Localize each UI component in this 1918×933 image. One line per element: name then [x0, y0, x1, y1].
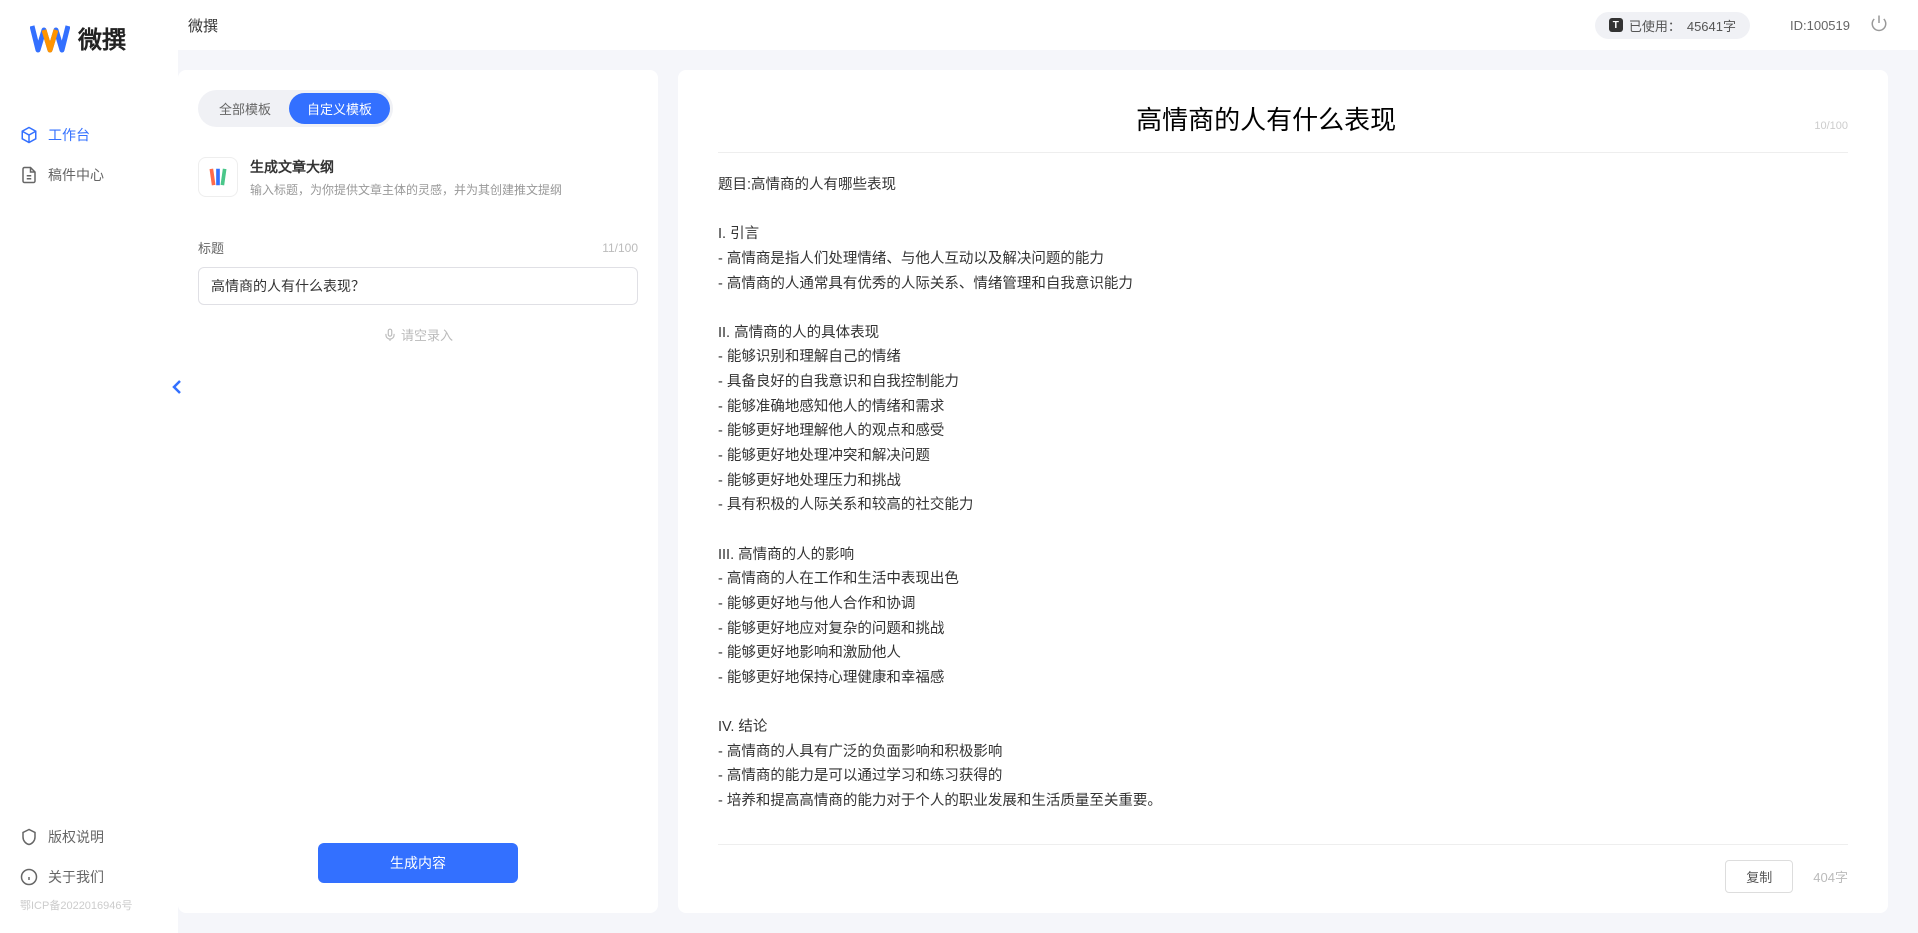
content: 全部模板 自定义模板 生成文章大纲 输入标题，为你提供文章主体的灵感，并为其创建…: [178, 50, 1918, 933]
footer-copyright[interactable]: 版权说明: [0, 817, 178, 857]
template-icon: [198, 157, 238, 197]
output-header: 高情商的人有什么表现 10/100: [718, 100, 1848, 153]
template-info: 生成文章大纲 输入标题，为你提供文章主体的灵感，并为其创建推文提纲: [250, 157, 638, 198]
tab-custom-templates[interactable]: 自定义模板: [289, 93, 390, 124]
tab-all-templates[interactable]: 全部模板: [201, 93, 289, 124]
nav-label: 工作台: [48, 125, 90, 145]
books-icon: [207, 166, 229, 188]
sidebar: 微撰 工作台 稿件中心 版权说明 关于我们 鄂ICP备2022016946号: [0, 0, 178, 933]
mic-icon: [383, 328, 397, 342]
output-title-count: 10/100: [1814, 120, 1848, 132]
template-desc: 输入标题，为你提供文章主体的灵感，并为其创建推文提纲: [250, 181, 638, 198]
sidebar-footer: 版权说明 关于我们 鄂ICP备2022016946号: [0, 817, 178, 933]
char-count: 11/100: [602, 241, 638, 255]
usage-label: 已使用：: [1629, 16, 1681, 35]
user-id: ID:100519: [1790, 18, 1850, 33]
footer-about[interactable]: 关于我们: [0, 857, 178, 897]
document-icon: [20, 166, 38, 184]
template-tabs: 全部模板 自定义模板: [198, 90, 393, 127]
power-icon: [1870, 14, 1888, 32]
nav-drafts[interactable]: 稿件中心: [0, 155, 178, 195]
output-title: 高情商的人有什么表现: [718, 100, 1814, 137]
topbar-title: 微撰: [188, 15, 218, 36]
copy-button[interactable]: 复制: [1725, 860, 1793, 893]
footer-label: 版权说明: [48, 827, 104, 847]
nav-workbench[interactable]: 工作台: [0, 115, 178, 155]
template-title: 生成文章大纲: [250, 157, 638, 177]
form-section: 标题 11/100 请空录入: [198, 238, 638, 344]
logo-text: 微撰: [78, 20, 126, 55]
output-body[interactable]: 题目:高情商的人有哪些表现 I. 引言 - 高情商是指人们处理情绪、与他人互动以…: [718, 153, 1848, 844]
footer-label: 关于我们: [48, 867, 104, 887]
generate-button[interactable]: 生成内容: [318, 843, 518, 883]
logo-icon: [30, 22, 70, 54]
icp-text: 鄂ICP备2022016946号: [0, 897, 178, 923]
chevron-left-icon: [172, 379, 184, 395]
main: 微撰 T 已使用： 45641字 ID:100519 全部模板 自定义模板: [178, 0, 1918, 933]
shield-icon: [20, 828, 38, 846]
topbar: 微撰 T 已使用： 45641字 ID:100519: [178, 0, 1918, 50]
power-button[interactable]: [1870, 14, 1888, 37]
info-icon: [20, 868, 38, 886]
title-input[interactable]: [198, 267, 638, 305]
usage-badge[interactable]: T 已使用： 45641字: [1595, 12, 1750, 39]
word-count: 404字: [1813, 867, 1848, 886]
text-icon: T: [1609, 18, 1623, 32]
right-panel: 高情商的人有什么表现 10/100 题目:高情商的人有哪些表现 I. 引言 - …: [678, 70, 1888, 913]
usage-value: 45641字: [1687, 16, 1736, 35]
nav-label: 稿件中心: [48, 165, 104, 185]
left-panel: 全部模板 自定义模板 生成文章大纲 输入标题，为你提供文章主体的灵感，并为其创建…: [178, 70, 658, 913]
output-footer: 复制 404字: [718, 844, 1848, 893]
logo[interactable]: 微撰: [0, 20, 178, 85]
voice-label: 请空录入: [401, 325, 453, 344]
collapse-handle[interactable]: [170, 375, 186, 399]
template-card[interactable]: 生成文章大纲 输入标题，为你提供文章主体的灵感，并为其创建推文提纲: [198, 147, 638, 208]
form-label: 标题: [198, 238, 224, 257]
cube-icon: [20, 126, 38, 144]
voice-input-button[interactable]: 请空录入: [198, 325, 638, 344]
nav: 工作台 稿件中心: [0, 85, 178, 817]
